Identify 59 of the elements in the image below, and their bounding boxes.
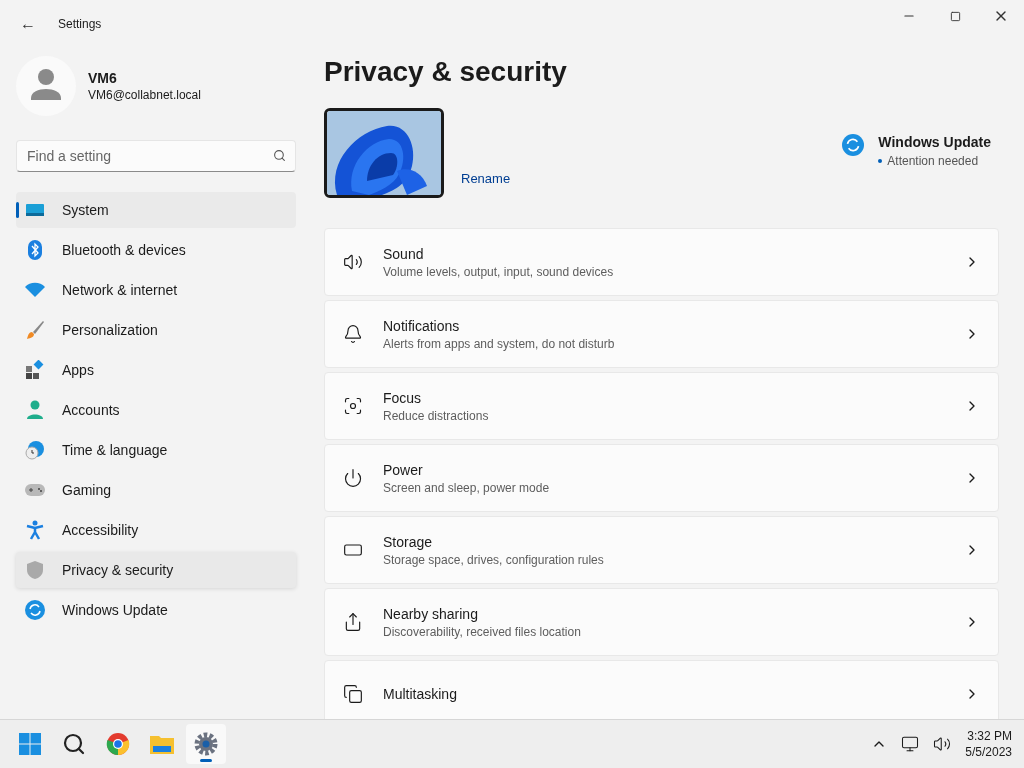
settings-card[interactable]: Sound Volume levels, output, input, sound devices — [324, 228, 999, 296]
bell-icon — [343, 324, 363, 344]
network-icon[interactable] — [901, 735, 920, 754]
search-field[interactable]: Find a setting — [16, 140, 296, 172]
settings-card[interactable]: Nearby sharing Discoverability, received files location — [324, 588, 999, 656]
account-name: VM6 — [88, 70, 118, 86]
nav-item[interactable]: Personalization — [16, 312, 296, 348]
accessibility-icon — [26, 520, 44, 540]
share-icon — [343, 612, 363, 632]
nav-item[interactable]: Bluetooth & devices — [16, 232, 296, 268]
nav-item[interactable]: Apps — [16, 352, 296, 388]
active-indicator — [200, 759, 212, 763]
brush-icon — [25, 320, 45, 340]
nav-item[interactable]: Gaming — [16, 472, 296, 508]
browser-icon — [106, 732, 130, 757]
clock[interactable]: 3:32 PM 5/5/2023 — [965, 728, 1012, 761]
update-status: Attention needed — [887, 154, 979, 168]
search-icon — [62, 732, 86, 757]
bluetooth-icon — [27, 240, 43, 260]
taskbar-button[interactable] — [186, 724, 226, 765]
settings-card[interactable]: Power Screen and sleep, power mode — [324, 444, 999, 512]
folder-icon — [149, 733, 175, 756]
nav-item[interactable]: System — [16, 192, 296, 228]
status-dot — [878, 159, 883, 163]
rename-link[interactable]: Rename — [461, 171, 511, 186]
speaker-icon[interactable] — [933, 735, 952, 754]
selection-indicator — [16, 202, 19, 218]
nav-item[interactable]: Accounts — [16, 392, 296, 428]
nav-item[interactable]: Network & internet — [16, 272, 296, 308]
back-button[interactable]: ← — [14, 15, 42, 33]
nav-item[interactable]: Windows Update — [16, 592, 296, 628]
settings-card[interactable]: Notifications Alerts from apps and system, do not disturb — [324, 300, 999, 368]
apps-icon — [25, 360, 45, 380]
settings-card[interactable]: Multitasking — [324, 660, 999, 720]
speaker-icon — [343, 252, 363, 272]
person-icon — [26, 400, 44, 420]
monitor-icon — [25, 202, 45, 218]
window-title: Settings — [58, 17, 102, 31]
gamepad-icon — [24, 483, 46, 497]
shield-icon — [26, 560, 44, 580]
settings-card[interactable]: Storage Storage space, drives, configuration rules — [324, 516, 999, 584]
start-icon — [18, 732, 42, 757]
power-icon — [343, 468, 363, 488]
restore-icon — [949, 10, 961, 22]
nav-item[interactable]: Accessibility — [16, 512, 296, 548]
nav-item[interactable]: Time & language — [16, 432, 296, 468]
focus-icon — [343, 396, 363, 416]
sync-icon — [25, 600, 45, 620]
update-title: Windows Update — [878, 134, 991, 150]
globe-clock-icon — [25, 440, 45, 460]
gear-icon — [194, 732, 218, 757]
nav-item[interactable]: Privacy & security — [16, 552, 296, 588]
search-icon — [273, 149, 286, 162]
page-title: Privacy & security — [324, 56, 568, 88]
wifi-icon — [25, 282, 45, 298]
account-email: VM6@collabnet.local — [88, 88, 201, 102]
settings-card[interactable]: Focus Reduce distractions — [324, 372, 999, 440]
windows-stack-icon — [343, 684, 363, 704]
sync-icon — [842, 134, 865, 156]
